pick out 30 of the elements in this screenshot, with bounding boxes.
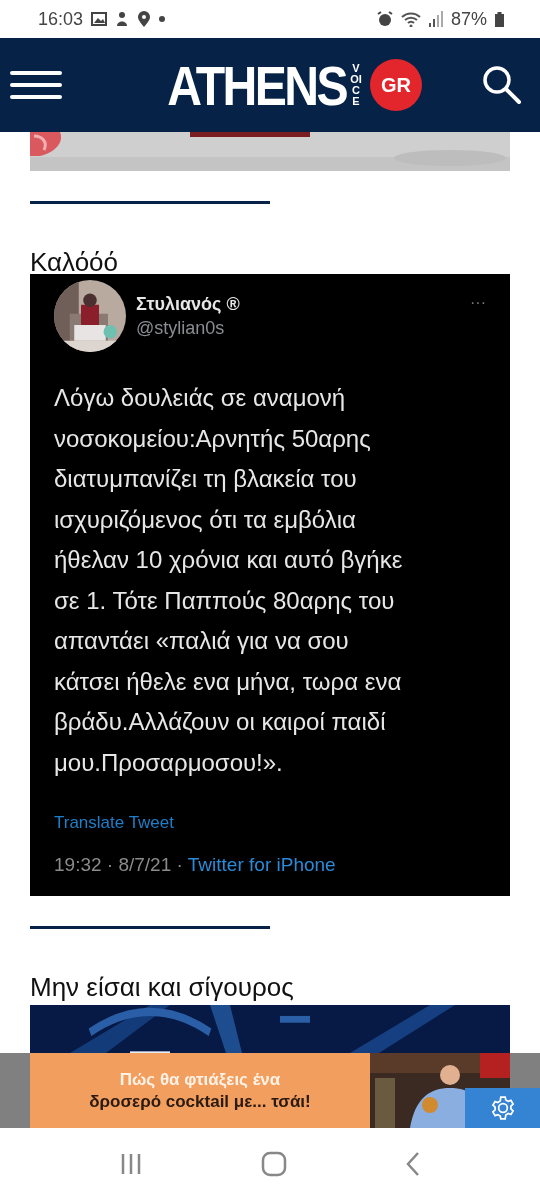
wifi-icon [400, 11, 421, 27]
search-button[interactable] [482, 65, 522, 105]
alarm-icon [376, 11, 393, 27]
ad-subheadline[interactable]: δροσερό cocktail με... τσάι! [89, 1091, 311, 1112]
section-heading: Μην είσαι και σίγουρος [30, 971, 295, 1003]
location-icon [137, 10, 152, 28]
gallery-icon [91, 12, 108, 26]
section-heading: Καλόόό [30, 246, 120, 278]
battery-percent: 87% [450, 8, 487, 30]
logo-text[interactable]: ATHENS [167, 52, 347, 118]
tweet-text: Λόγω δουλειάς σε αναμονή νοσοκομείου:Αρνητής 50αρης διατυμπανίζει τη βλακεία του ισχυριζόμενος ότι τα εμβόλια ήθελαν 10 χρόνια και αυτό βγήκε σε 1. Τότε Παππούς 80αρης του απαντάει «παλιά για να σου κάτσει ήθελε ενα μήνα, τωρα ενα βράδυ.Αλλάζουν οι καιροί παιδί μου.Προσαρμοσου!». [54, 383, 404, 778]
battery-icon [495, 11, 504, 27]
translate-link[interactable]: Translate Tweet [54, 813, 174, 833]
signal-icon [428, 11, 443, 27]
dot-icon [159, 16, 166, 22]
home-button[interactable] [261, 1151, 287, 1177]
tweet-source-link[interactable]: Twitter for iPhone [187, 854, 336, 875]
logo-subtext: VOICE [350, 63, 363, 107]
recent-apps-button[interactable] [119, 1152, 143, 1176]
tweet-handle: @stylian0s [136, 317, 226, 339]
gear-icon [489, 1095, 516, 1121]
logo-badge: GR [370, 59, 423, 111]
menu-button[interactable] [10, 70, 62, 100]
status-time: 16:03 [38, 8, 84, 30]
more-button[interactable]: ··· [470, 294, 486, 312]
tweet-timestamp: 19:32 · 8/7/21 · [54, 854, 184, 875]
notification-icon [115, 11, 130, 27]
settings-button[interactable] [465, 1088, 540, 1128]
back-button[interactable] [405, 1151, 421, 1177]
tweet-author: Στυλιανός ® [136, 293, 241, 315]
